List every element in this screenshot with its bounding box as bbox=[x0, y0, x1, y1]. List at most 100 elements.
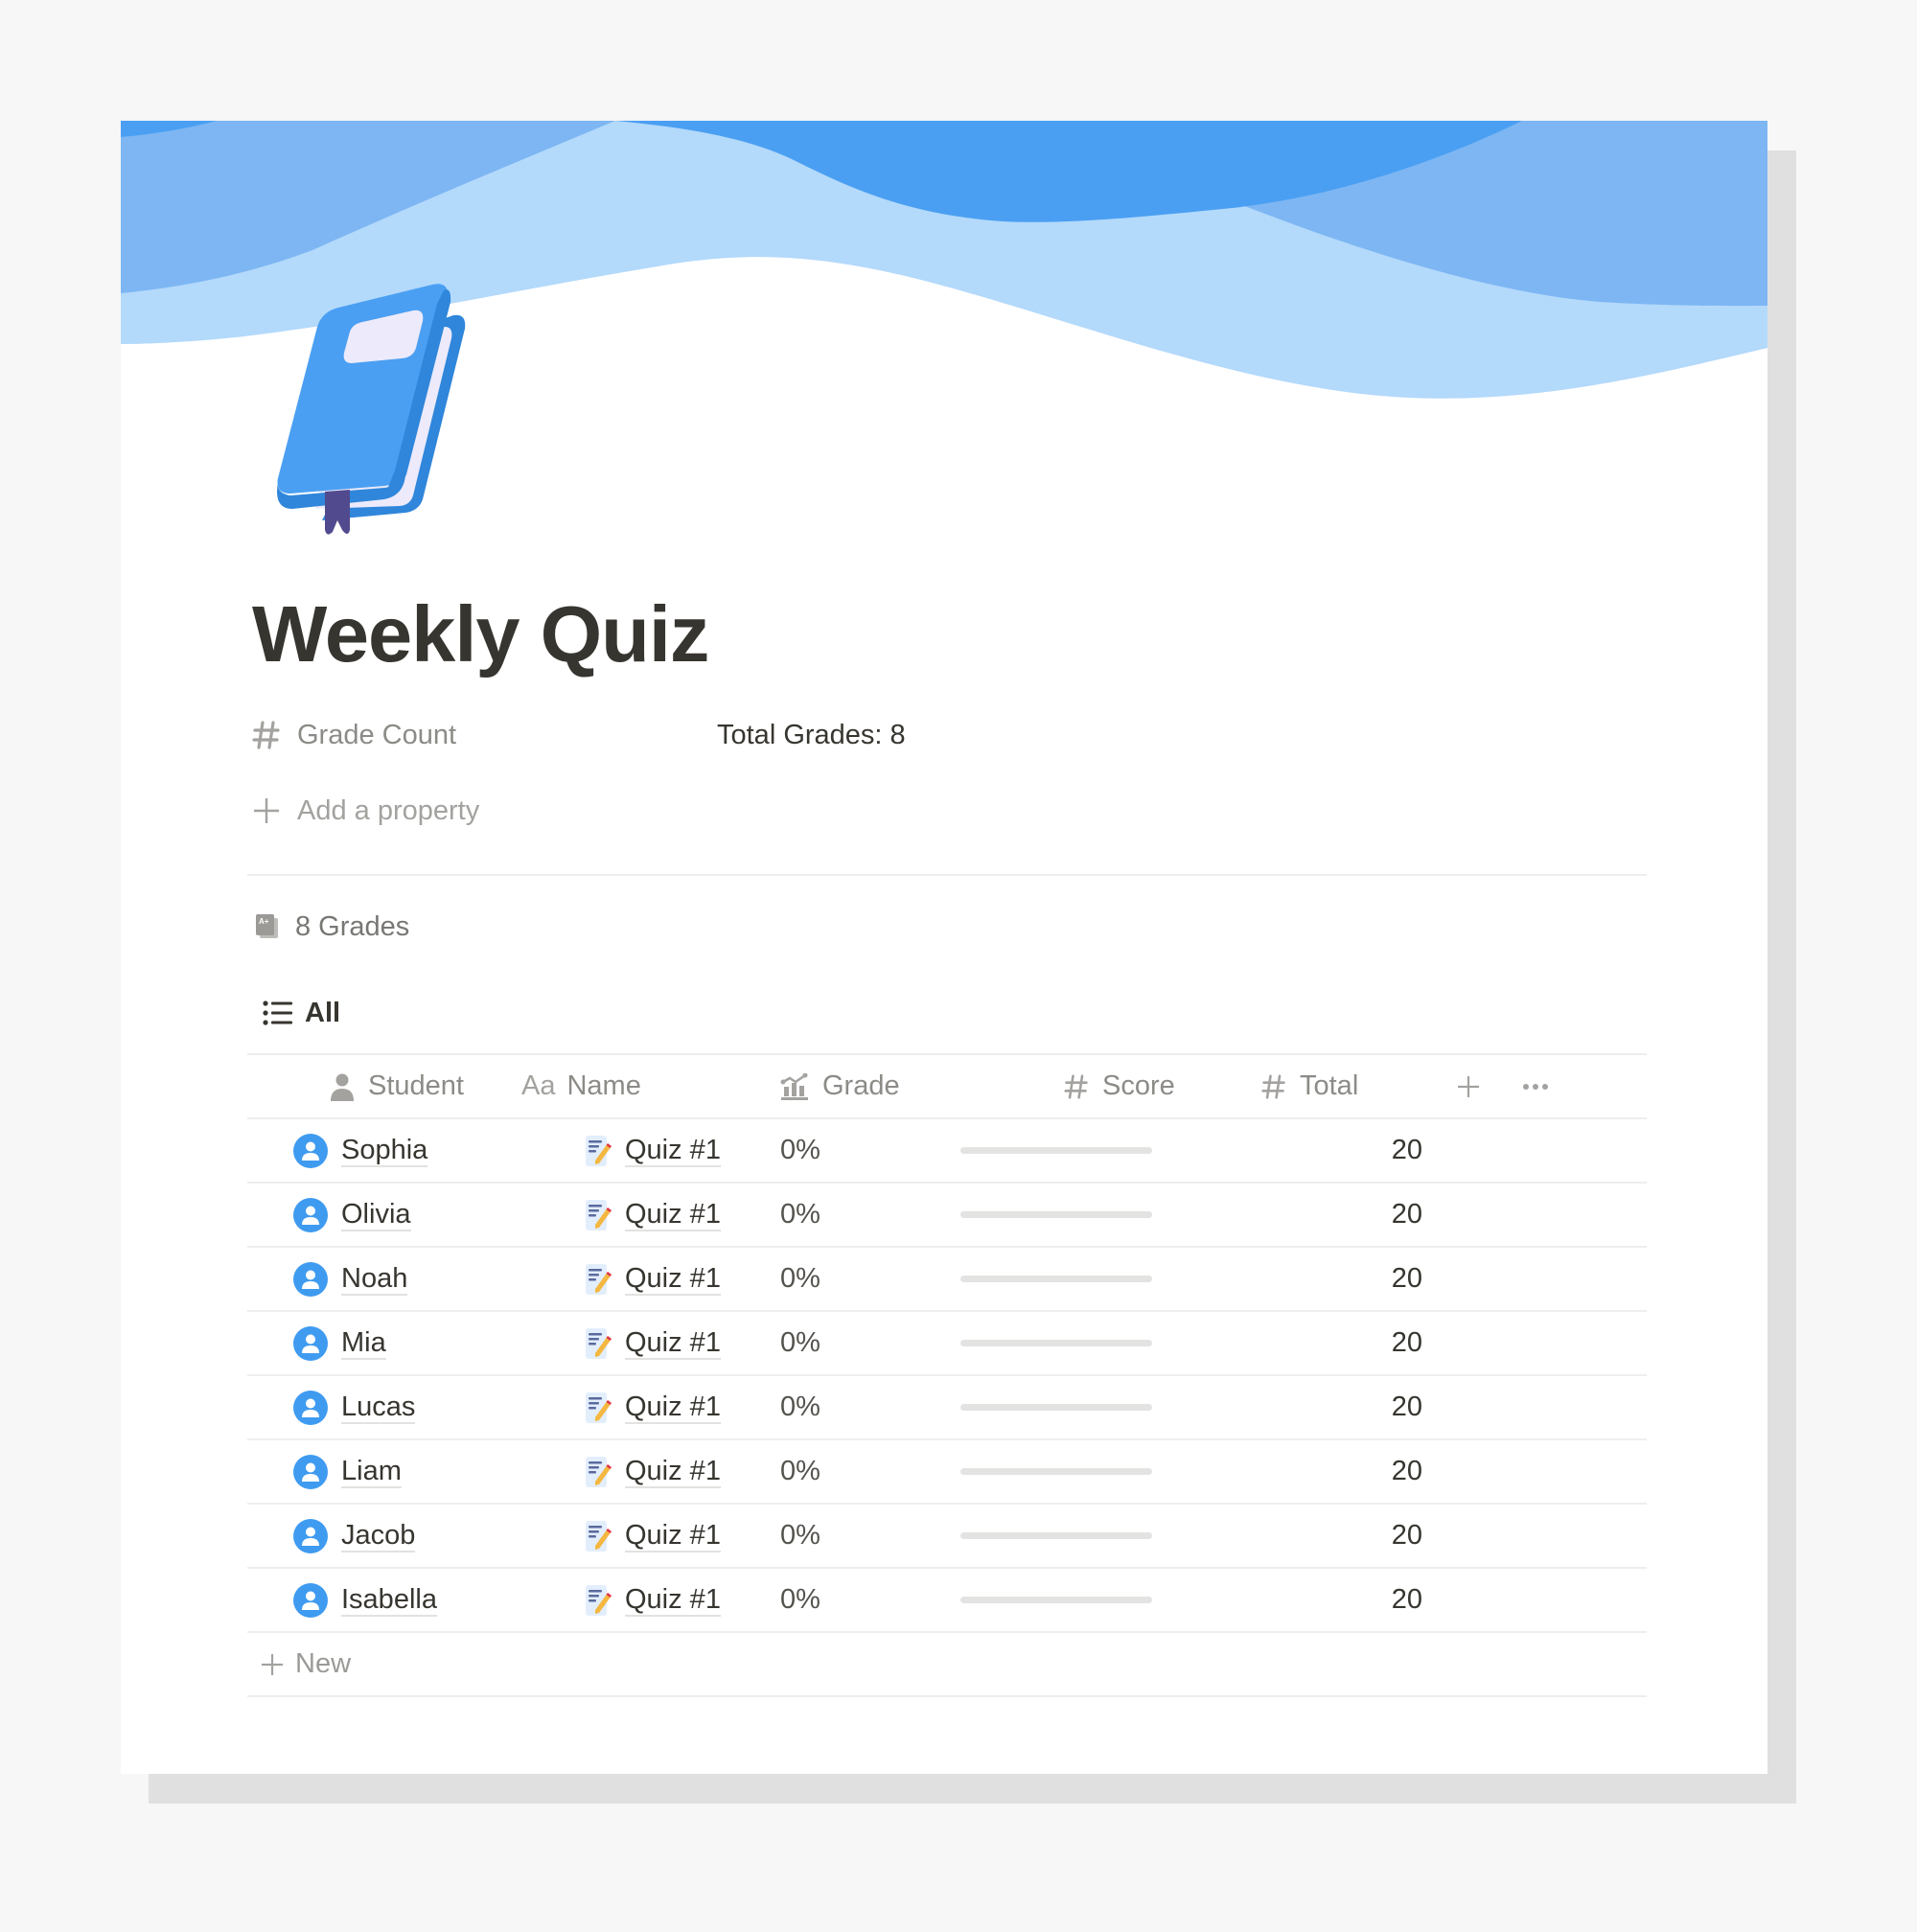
table-row[interactable]: Lucas Quiz #1 0% 20 bbox=[247, 1376, 1647, 1440]
column-header-student[interactable]: Student bbox=[330, 1055, 464, 1117]
total-cell[interactable]: 20 bbox=[1261, 1119, 1422, 1182]
new-row-button[interactable]: New bbox=[247, 1633, 1647, 1697]
student-name[interactable]: Lucas bbox=[341, 1392, 416, 1424]
grade-percent: 0% bbox=[780, 1520, 820, 1551]
quiz-name[interactable]: Quiz #1 bbox=[625, 1392, 721, 1424]
total-cell[interactable]: 20 bbox=[1261, 1312, 1422, 1374]
table-row[interactable]: Mia Quiz #1 0% 20 bbox=[247, 1312, 1647, 1376]
view-tab-label: All bbox=[305, 997, 341, 1028]
view-tab-all[interactable]: All bbox=[263, 989, 340, 1037]
column-header-label: Total bbox=[1300, 1070, 1359, 1101]
name-cell[interactable]: Quiz #1 bbox=[585, 1184, 721, 1246]
student-cell[interactable]: Noah bbox=[293, 1248, 408, 1310]
grade-percent: 0% bbox=[780, 1392, 820, 1422]
property-label: Grade Count bbox=[297, 719, 457, 750]
quiz-name[interactable]: Quiz #1 bbox=[625, 1135, 721, 1167]
student-name[interactable]: Isabella bbox=[341, 1584, 437, 1617]
name-cell[interactable]: Quiz #1 bbox=[585, 1312, 721, 1374]
hash-icon bbox=[247, 716, 286, 754]
total-cell[interactable]: 20 bbox=[1261, 1376, 1422, 1438]
quiz-name[interactable]: Quiz #1 bbox=[625, 1327, 721, 1360]
column-header-label: Score bbox=[1102, 1070, 1175, 1101]
memo-icon bbox=[586, 1456, 612, 1487]
more-options-button[interactable] bbox=[1522, 1055, 1549, 1117]
student-cell[interactable]: Mia bbox=[293, 1312, 386, 1374]
table-row[interactable]: Jacob Quiz #1 0% 20 bbox=[247, 1505, 1647, 1569]
name-cell[interactable]: Quiz #1 bbox=[585, 1569, 721, 1631]
student-name[interactable]: Liam bbox=[341, 1456, 402, 1488]
table-row[interactable]: Sophia Quiz #1 0% 20 bbox=[247, 1119, 1647, 1184]
property-grade-count[interactable]: Grade Count Total Grades: 8 bbox=[247, 711, 906, 759]
student-cell[interactable]: Liam bbox=[293, 1440, 402, 1503]
quiz-name[interactable]: Quiz #1 bbox=[625, 1263, 721, 1296]
memo-icon bbox=[586, 1199, 612, 1230]
student-name[interactable]: Jacob bbox=[341, 1520, 416, 1552]
total-cell[interactable]: 20 bbox=[1261, 1505, 1422, 1567]
column-header-total[interactable]: Total bbox=[1261, 1055, 1358, 1117]
score-cell[interactable] bbox=[1064, 1184, 1217, 1246]
student-name[interactable]: Mia bbox=[341, 1327, 386, 1360]
student-cell[interactable]: Lucas bbox=[293, 1376, 416, 1438]
score-cell[interactable] bbox=[1064, 1440, 1217, 1503]
quiz-name[interactable]: Quiz #1 bbox=[625, 1520, 721, 1552]
table-header: Student Aa Name Grade Score Total bbox=[247, 1055, 1647, 1119]
column-header-grade[interactable]: Grade bbox=[780, 1055, 900, 1117]
name-cell[interactable]: Quiz #1 bbox=[585, 1376, 721, 1438]
total-cell[interactable]: 20 bbox=[1261, 1569, 1422, 1631]
column-header-name[interactable]: Aa Name bbox=[521, 1055, 641, 1117]
quiz-name[interactable]: Quiz #1 bbox=[625, 1584, 721, 1617]
score-cell[interactable] bbox=[1064, 1569, 1217, 1631]
total-cell[interactable]: 20 bbox=[1261, 1248, 1422, 1310]
student-name[interactable]: Noah bbox=[341, 1263, 408, 1296]
add-column-button[interactable] bbox=[1457, 1055, 1480, 1117]
name-cell[interactable]: Quiz #1 bbox=[585, 1440, 721, 1503]
person-icon bbox=[330, 1072, 355, 1101]
memo-icon bbox=[586, 1584, 612, 1616]
memo-icon bbox=[586, 1327, 612, 1359]
plus-icon bbox=[1458, 1075, 1479, 1097]
student-cell[interactable]: Olivia bbox=[293, 1184, 411, 1246]
avatar-icon bbox=[293, 1133, 328, 1168]
score-cell[interactable] bbox=[1064, 1119, 1217, 1182]
table-row[interactable]: Liam Quiz #1 0% 20 bbox=[247, 1440, 1647, 1505]
column-header-label: Student bbox=[368, 1070, 464, 1101]
chart-icon bbox=[780, 1072, 809, 1100]
name-cell[interactable]: Quiz #1 bbox=[585, 1248, 721, 1310]
database-title-text: 8 Grades bbox=[295, 910, 410, 942]
grades-table: Student Aa Name Grade Score Total Sophia… bbox=[247, 1053, 1647, 1697]
page-title[interactable]: Weekly Quiz bbox=[252, 586, 709, 682]
column-header-label: Name bbox=[566, 1070, 641, 1101]
score-cell[interactable] bbox=[1064, 1376, 1217, 1438]
quiz-name[interactable]: Quiz #1 bbox=[625, 1199, 721, 1231]
score-cell[interactable] bbox=[1064, 1248, 1217, 1310]
column-header-score[interactable]: Score bbox=[1064, 1055, 1175, 1117]
total-cell[interactable]: 20 bbox=[1261, 1440, 1422, 1503]
student-cell[interactable]: Sophia bbox=[293, 1119, 428, 1182]
memo-icon bbox=[586, 1263, 612, 1295]
score-cell[interactable] bbox=[1064, 1312, 1217, 1374]
add-property-button[interactable]: Add a property bbox=[247, 787, 479, 835]
quiz-name[interactable]: Quiz #1 bbox=[625, 1456, 721, 1488]
memo-icon bbox=[586, 1135, 612, 1166]
table-row[interactable]: Noah Quiz #1 0% 20 bbox=[247, 1248, 1647, 1312]
name-cell[interactable]: Quiz #1 bbox=[585, 1119, 721, 1182]
table-row[interactable]: Isabella Quiz #1 0% 20 bbox=[247, 1569, 1647, 1633]
property-value[interactable]: Total Grades: 8 bbox=[717, 720, 906, 751]
avatar-icon bbox=[293, 1454, 328, 1489]
plus-icon bbox=[247, 792, 286, 830]
student-name[interactable]: Sophia bbox=[341, 1135, 428, 1167]
student-cell[interactable]: Jacob bbox=[293, 1505, 416, 1567]
add-property-label: Add a property bbox=[297, 794, 480, 826]
avatar-icon bbox=[293, 1197, 328, 1232]
total-cell[interactable]: 20 bbox=[1261, 1184, 1422, 1246]
grade-percent: 0% bbox=[780, 1584, 820, 1615]
memo-icon bbox=[586, 1520, 612, 1552]
grade-percent: 0% bbox=[780, 1199, 820, 1230]
score-cell[interactable] bbox=[1064, 1505, 1217, 1567]
database-title[interactable]: A+ 8 Grades bbox=[255, 903, 409, 951]
name-cell[interactable]: Quiz #1 bbox=[585, 1505, 721, 1567]
student-cell[interactable]: Isabella bbox=[293, 1569, 437, 1631]
page-card: Weekly Quiz Grade Count Total Grades: 8 … bbox=[121, 121, 1767, 1774]
student-name[interactable]: Olivia bbox=[341, 1199, 411, 1231]
table-row[interactable]: Olivia Quiz #1 0% 20 bbox=[247, 1184, 1647, 1248]
